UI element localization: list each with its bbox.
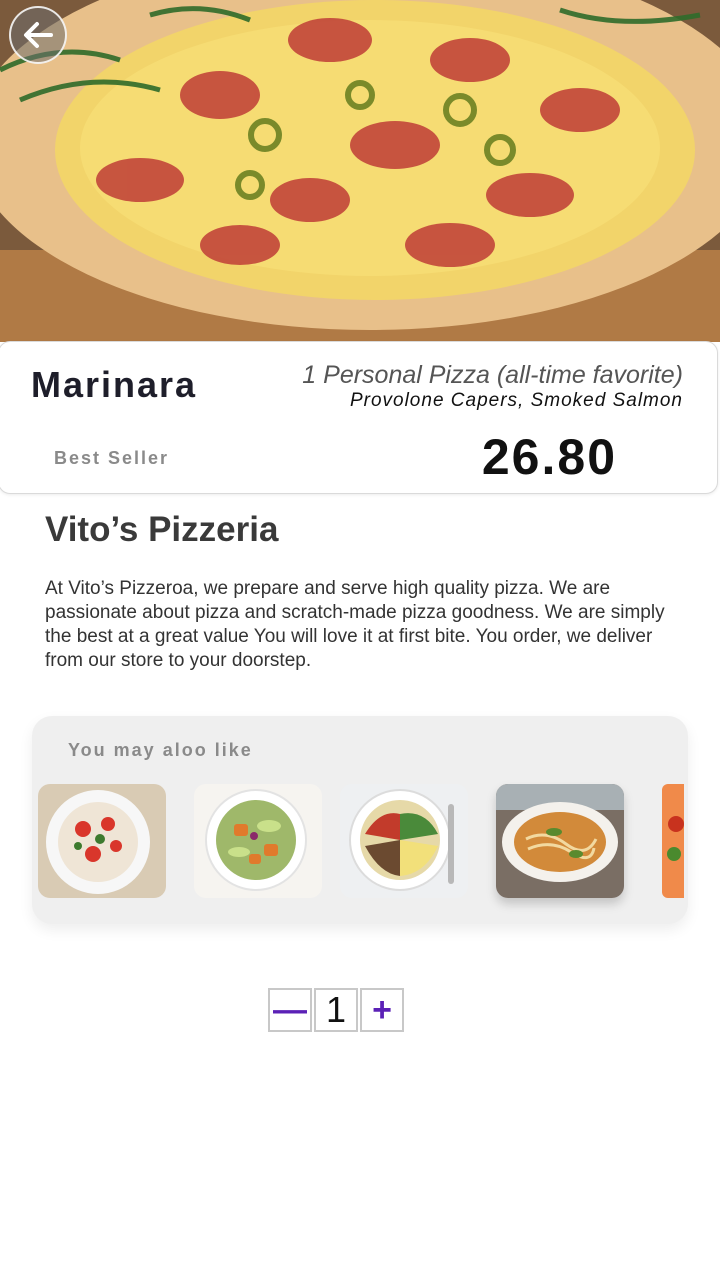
pizza-illustration: [0, 0, 720, 342]
recommendation-item[interactable]: [340, 784, 468, 898]
recommendations-title: You may aloo like: [68, 740, 253, 760]
quantity-stepper: — 1 +: [268, 988, 406, 1032]
product-subtitle-block: 1 Personal Pizza (all-time favorite) Pro…: [302, 360, 683, 412]
recommendation-item[interactable]: [38, 784, 166, 898]
arrow-left-icon: [24, 22, 53, 48]
product-subtitle: 1 Personal Pizza (all-time favorite): [302, 361, 683, 389]
product-price: 26.80: [481, 429, 617, 485]
store-name: Vito’s Pizzeria: [45, 510, 279, 549]
partial-dish-image: [662, 784, 684, 898]
increment-button[interactable]: +: [360, 988, 404, 1032]
decrement-button[interactable]: —: [268, 988, 312, 1032]
recommendation-item[interactable]: [496, 784, 624, 898]
recommendation-item[interactable]: [662, 784, 684, 898]
avocado-salad-image: [194, 784, 322, 898]
product-info-card: Marinara 1 Personal Pizza (all-time favo…: [0, 341, 718, 494]
product-toppings: Provolone Capers, Smoked Salmon: [349, 390, 683, 411]
grain-bowl-image: [340, 784, 468, 898]
product-name: Marinara: [31, 364, 198, 405]
quantity-value: 1: [314, 988, 358, 1032]
recommendations-panel: You may aloo like: [32, 716, 688, 924]
back-button[interactable]: [9, 6, 67, 64]
best-seller-badge: Best Seller: [54, 448, 170, 468]
noodle-soup-image: [496, 784, 624, 898]
recommendation-item[interactable]: [194, 784, 322, 898]
salad-plate-image: [38, 784, 166, 898]
store-description: At Vito’s Pizzeroa, we prepare and serve…: [45, 578, 665, 671]
hero-pizza-image: [0, 0, 720, 342]
